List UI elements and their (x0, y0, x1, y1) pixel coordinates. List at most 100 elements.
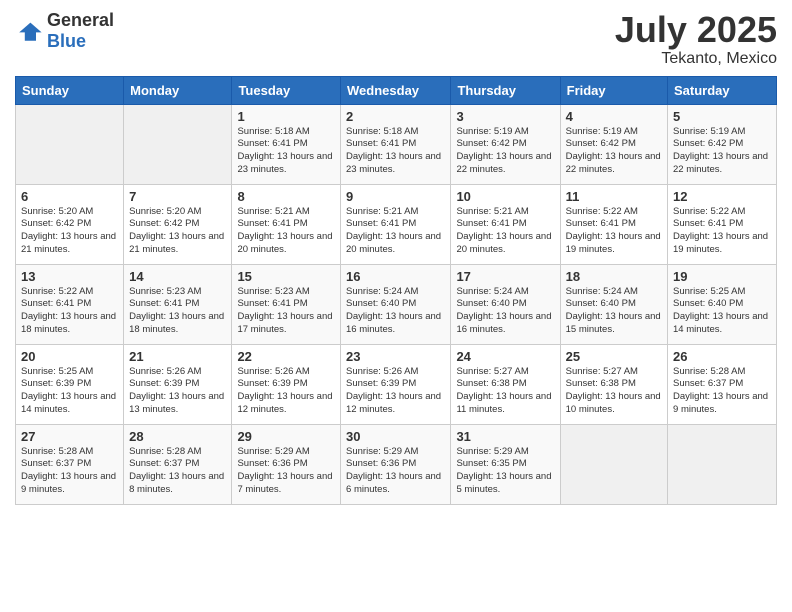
table-row: 2 Sunrise: 5:18 AM Sunset: 6:41 PM Daylig… (341, 104, 451, 184)
day-info: Sunrise: 5:18 AM Sunset: 6:41 PM Dayligh… (346, 126, 445, 177)
day-number: 16 (346, 269, 445, 284)
table-row: 7Sunrise: 5:20 AM Sunset: 6:42 PM Daylig… (124, 184, 232, 264)
calendar-header-row: Sunday Monday Tuesday Wednesday Thursday… (16, 76, 777, 104)
table-row: 16 Sunrise: 5:24 AM Sunset: 6:40 PM Dayli… (341, 264, 451, 344)
day-number: 20 (21, 349, 118, 364)
day-info: Sunrise: 5:25 AM Sunset: 6:40 PM Dayligh… (673, 286, 771, 337)
title-location: Tekanto, Mexico (615, 50, 777, 68)
table-row: 8Sunrise: 5:21 AM Sunset: 6:41 PM Daylig… (232, 184, 341, 264)
day-info: Sunrise: 5:28 AM Sunset: 6:37 PM Dayligh… (21, 446, 118, 497)
day-number: 12 (673, 189, 771, 204)
col-friday: Friday (560, 76, 667, 104)
calendar-week-row: 6 Sunrise: 5:20 AM Sunset: 6:42 PM Daylig… (16, 184, 777, 264)
day-number: 29 (237, 429, 335, 444)
table-row: 20Sunrise: 5:25 AM Sunset: 6:39 PM Dayli… (16, 344, 124, 424)
day-number: 11 (566, 189, 662, 204)
logo: General Blue (15, 10, 114, 52)
day-info: Sunrise: 5:23 AM Sunset: 6:41 PM Dayligh… (129, 286, 226, 337)
table-row: 29 Sunrise: 5:29 AM Sunset: 6:36 PM Dayli… (232, 424, 341, 504)
day-info: Sunrise: 5:22 AM Sunset: 6:41 PM Dayligh… (21, 286, 118, 337)
table-row: 21 Sunrise: 5:26 AM Sunset: 6:39 PM Dayli… (124, 344, 232, 424)
col-tuesday: Tuesday (232, 76, 341, 104)
col-sunday: Sunday (16, 76, 124, 104)
day-info: Sunrise: 5:19 AM Sunset: 6:42 PM Dayligh… (673, 126, 771, 177)
table-row: 28 Sunrise: 5:28 AM Sunset: 6:37 PM Dayli… (124, 424, 232, 504)
day-info: Sunrise: 5:18 AM Sunset: 6:41 PM Dayligh… (237, 126, 335, 177)
table-row: 23 Sunrise: 5:26 AM Sunset: 6:39 PM Dayli… (341, 344, 451, 424)
table-row (668, 424, 777, 504)
day-info: Sunrise: 5:20 AM Sunset: 6:42 PM Dayligh… (21, 206, 118, 257)
day-number: 31 (456, 429, 554, 444)
table-row: 15Sunrise: 5:23 AM Sunset: 6:41 PM Dayli… (232, 264, 341, 344)
day-number: 28 (129, 429, 226, 444)
day-number: 30 (346, 429, 445, 444)
day-info: Sunrise: 5:21 AM Sunset: 6:41 PM Dayligh… (346, 206, 445, 257)
day-number: 4 (566, 109, 662, 124)
day-number: 26 (673, 349, 771, 364)
table-row: 18 Sunrise: 5:24 AM Sunset: 6:40 PM Dayli… (560, 264, 667, 344)
logo-general: General (47, 10, 114, 30)
day-info: Sunrise: 5:21 AM Sunset: 6:41 PM Dayligh… (456, 206, 554, 257)
day-info: Sunrise: 5:26 AM Sunset: 6:39 PM Dayligh… (129, 366, 226, 417)
day-info: Sunrise: 5:22 AM Sunset: 6:41 PM Dayligh… (566, 206, 662, 257)
day-info: Sunrise: 5:27 AM Sunset: 6:38 PM Dayligh… (566, 366, 662, 417)
calendar-week-row: 27 Sunrise: 5:28 AM Sunset: 6:37 PM Dayli… (16, 424, 777, 504)
table-row: 3Sunrise: 5:19 AM Sunset: 6:42 PM Daylig… (451, 104, 560, 184)
table-row: 13 Sunrise: 5:22 AM Sunset: 6:41 PM Dayli… (16, 264, 124, 344)
table-row: 31Sunrise: 5:29 AM Sunset: 6:35 PM Dayli… (451, 424, 560, 504)
logo-text: General Blue (47, 10, 114, 52)
title-month: July 2025 (615, 10, 777, 50)
calendar-week-row: 20Sunrise: 5:25 AM Sunset: 6:39 PM Dayli… (16, 344, 777, 424)
day-number: 15 (237, 269, 335, 284)
day-info: Sunrise: 5:29 AM Sunset: 6:36 PM Dayligh… (346, 446, 445, 497)
day-number: 22 (237, 349, 335, 364)
table-row (124, 104, 232, 184)
table-row: 30 Sunrise: 5:29 AM Sunset: 6:36 PM Dayli… (341, 424, 451, 504)
day-number: 19 (673, 269, 771, 284)
table-row: 6 Sunrise: 5:20 AM Sunset: 6:42 PM Daylig… (16, 184, 124, 264)
day-number: 25 (566, 349, 662, 364)
day-number: 17 (456, 269, 554, 284)
day-number: 6 (21, 189, 118, 204)
table-row: 5 Sunrise: 5:19 AM Sunset: 6:42 PM Daylig… (668, 104, 777, 184)
table-row: 12Sunrise: 5:22 AM Sunset: 6:41 PM Dayli… (668, 184, 777, 264)
day-info: Sunrise: 5:24 AM Sunset: 6:40 PM Dayligh… (456, 286, 554, 337)
table-row: 10 Sunrise: 5:21 AM Sunset: 6:41 PM Dayli… (451, 184, 560, 264)
day-number: 10 (456, 189, 554, 204)
table-row: 14 Sunrise: 5:23 AM Sunset: 6:41 PM Dayli… (124, 264, 232, 344)
page: General Blue July 2025 Tekanto, Mexico S… (0, 0, 792, 612)
table-row: 27 Sunrise: 5:28 AM Sunset: 6:37 PM Dayli… (16, 424, 124, 504)
day-info: Sunrise: 5:24 AM Sunset: 6:40 PM Dayligh… (346, 286, 445, 337)
day-number: 23 (346, 349, 445, 364)
day-info: Sunrise: 5:27 AM Sunset: 6:38 PM Dayligh… (456, 366, 554, 417)
day-info: Sunrise: 5:19 AM Sunset: 6:42 PM Dayligh… (566, 126, 662, 177)
title-block: July 2025 Tekanto, Mexico (615, 10, 777, 68)
day-number: 27 (21, 429, 118, 444)
logo-icon (15, 17, 43, 45)
table-row: 17 Sunrise: 5:24 AM Sunset: 6:40 PM Dayli… (451, 264, 560, 344)
table-row: 4 Sunrise: 5:19 AM Sunset: 6:42 PM Daylig… (560, 104, 667, 184)
table-row (16, 104, 124, 184)
col-thursday: Thursday (451, 76, 560, 104)
day-number: 13 (21, 269, 118, 284)
day-number: 5 (673, 109, 771, 124)
col-monday: Monday (124, 76, 232, 104)
day-info: Sunrise: 5:24 AM Sunset: 6:40 PM Dayligh… (566, 286, 662, 337)
calendar-week-row: 1Sunrise: 5:18 AM Sunset: 6:41 PM Daylig… (16, 104, 777, 184)
day-info: Sunrise: 5:28 AM Sunset: 6:37 PM Dayligh… (129, 446, 226, 497)
table-row: 22Sunrise: 5:26 AM Sunset: 6:39 PM Dayli… (232, 344, 341, 424)
day-number: 21 (129, 349, 226, 364)
calendar: Sunday Monday Tuesday Wednesday Thursday… (15, 76, 777, 505)
table-row: 11 Sunrise: 5:22 AM Sunset: 6:41 PM Dayli… (560, 184, 667, 264)
col-saturday: Saturday (668, 76, 777, 104)
table-row: 19 Sunrise: 5:25 AM Sunset: 6:40 PM Dayli… (668, 264, 777, 344)
table-row (560, 424, 667, 504)
day-number: 14 (129, 269, 226, 284)
day-info: Sunrise: 5:29 AM Sunset: 6:36 PM Dayligh… (237, 446, 335, 497)
day-info: Sunrise: 5:28 AM Sunset: 6:37 PM Dayligh… (673, 366, 771, 417)
day-number: 18 (566, 269, 662, 284)
day-info: Sunrise: 5:26 AM Sunset: 6:39 PM Dayligh… (346, 366, 445, 417)
day-number: 2 (346, 109, 445, 124)
table-row: 26 Sunrise: 5:28 AM Sunset: 6:37 PM Dayli… (668, 344, 777, 424)
day-info: Sunrise: 5:19 AM Sunset: 6:42 PM Dayligh… (456, 126, 554, 177)
